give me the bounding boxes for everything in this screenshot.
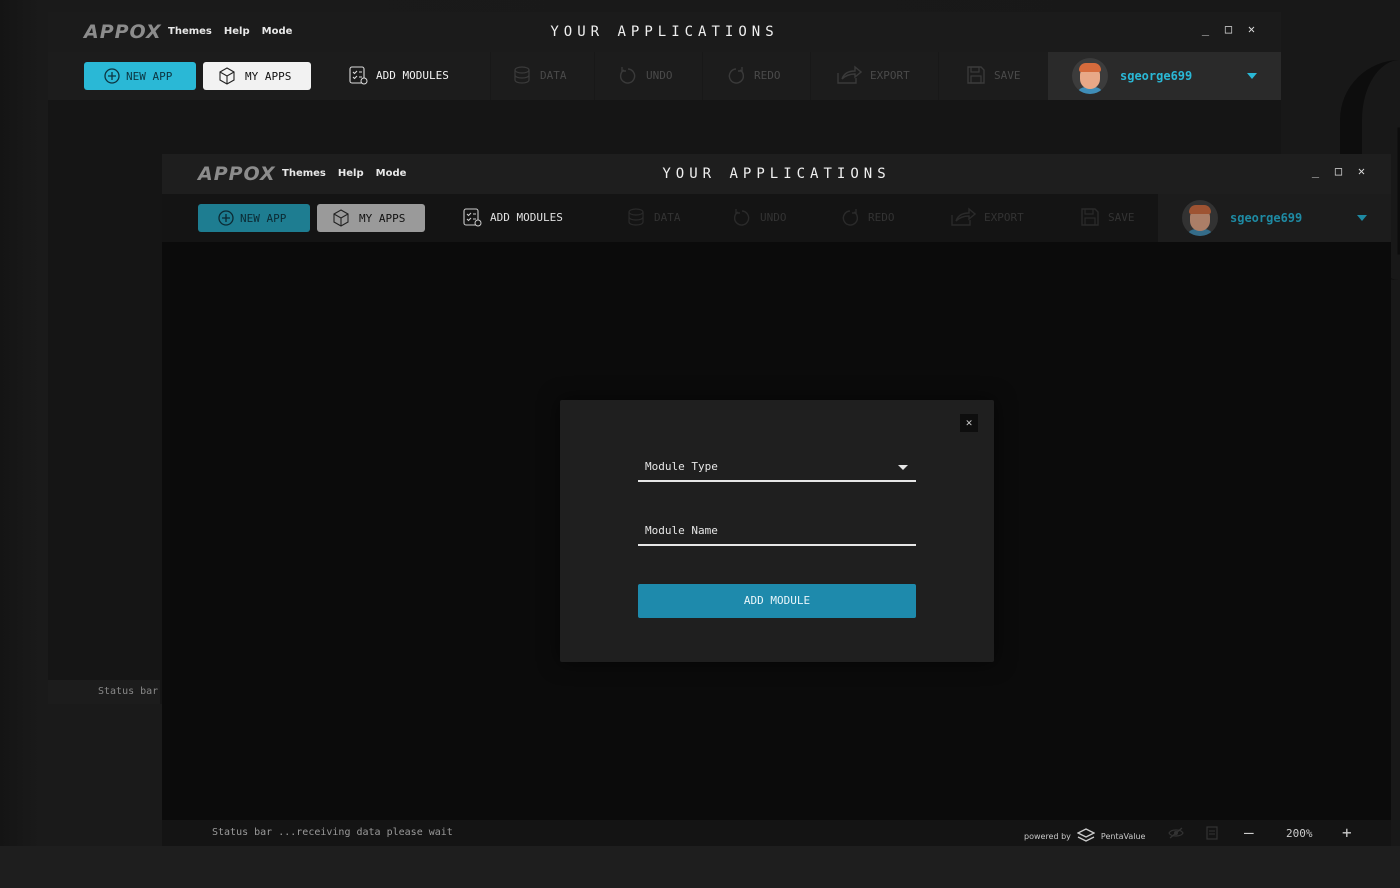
status-icons	[1168, 826, 1218, 840]
desktop-bottom-band	[0, 846, 1400, 888]
new-app-label: NEW APP	[240, 211, 287, 225]
save-icon	[1081, 208, 1099, 226]
zoom-level: 200%	[1286, 827, 1313, 840]
username: sgeorge699	[1120, 69, 1193, 83]
redo-icon	[842, 209, 859, 226]
user-menu[interactable]: sgeorge699	[1158, 194, 1391, 242]
minimize-button[interactable]: _	[1200, 22, 1211, 36]
close-button[interactable]: ✕	[1356, 164, 1367, 178]
save-icon	[967, 66, 985, 84]
add-modules-button[interactable]: ADD MODULES	[462, 207, 563, 227]
redo-label: REDO	[868, 210, 895, 224]
my-apps-label: MY APPS	[359, 211, 406, 225]
maximize-button[interactable]: □	[1333, 164, 1344, 178]
my-apps-button[interactable]: MY APPS	[203, 62, 311, 90]
export-button[interactable]: EXPORT	[950, 207, 1024, 227]
pentavalue-logo-icon	[1076, 828, 1095, 842]
checklist-icon	[463, 208, 482, 227]
export-icon	[837, 65, 862, 84]
brand-name: PentaValue	[1100, 831, 1146, 841]
zoom-in-button[interactable]: +	[1342, 823, 1352, 842]
my-apps-button[interactable]: MY APPS	[317, 204, 425, 232]
undo-label: UNDO	[760, 210, 787, 224]
new-app-button[interactable]: NEW APP	[198, 204, 310, 232]
title-bar: APPOX Themes Help Mode YOUR APPLICATIONS…	[48, 12, 1281, 52]
save-label: SAVE	[994, 68, 1021, 82]
database-icon	[514, 66, 530, 84]
toolbar-divider	[810, 52, 811, 100]
new-app-button[interactable]: NEW APP	[84, 62, 196, 90]
status-text: Status bar ...receiving data please wait	[212, 827, 453, 838]
avatar	[1182, 200, 1218, 236]
status-bar-label: Status bar	[48, 680, 160, 704]
window-title: YOUR APPLICATIONS	[662, 166, 891, 182]
toolbar: NEW APP MY APPS ADD MODULES DATA UNDO RE…	[162, 194, 1391, 242]
add-modules-label: ADD MODULES	[490, 210, 563, 224]
new-app-label: NEW APP	[126, 69, 173, 83]
save-label: SAVE	[1108, 210, 1135, 224]
toolbar-divider	[702, 52, 703, 100]
powered-by-label: powered by	[1024, 831, 1071, 841]
module-type-label: Module Type	[645, 460, 718, 473]
module-name-input[interactable]: Module Name	[638, 520, 916, 546]
close-button[interactable]: ✕	[1246, 22, 1257, 36]
export-button[interactable]: EXPORT	[836, 65, 910, 85]
data-label: DATA	[654, 210, 681, 224]
database-icon	[628, 208, 644, 226]
eye-off-icon[interactable]	[1168, 827, 1184, 839]
minimize-button[interactable]: _	[1310, 164, 1321, 178]
toolbar-divider	[594, 52, 595, 100]
undo-button[interactable]: UNDO	[732, 207, 787, 227]
plus-circle-icon	[104, 68, 120, 84]
user-menu[interactable]: sgeorge699	[1048, 52, 1281, 100]
powered-by: powered by PentaValue	[1024, 828, 1145, 844]
data-button[interactable]: DATA	[626, 207, 681, 227]
redo-label: REDO	[754, 68, 781, 82]
avatar	[1072, 58, 1108, 94]
chevron-down-icon	[898, 465, 908, 470]
window-controls: _ □ ✕	[1200, 22, 1257, 36]
cube-icon	[333, 209, 349, 227]
module-type-select[interactable]: Module Type	[638, 456, 916, 482]
data-button[interactable]: DATA	[512, 65, 567, 85]
add-modules-button[interactable]: ADD MODULES	[348, 65, 449, 85]
add-module-button[interactable]: ADD MODULE	[638, 584, 916, 618]
my-apps-label: MY APPS	[245, 69, 292, 83]
export-label: EXPORT	[984, 210, 1024, 224]
save-button[interactable]: SAVE	[966, 65, 1021, 85]
module-name-label: Module Name	[645, 524, 718, 537]
undo-button[interactable]: UNDO	[618, 65, 673, 85]
window-controls: _ □ ✕	[1310, 164, 1367, 178]
save-button[interactable]: SAVE	[1080, 207, 1135, 227]
undo-label: UNDO	[646, 68, 673, 82]
window-title: YOUR APPLICATIONS	[550, 24, 779, 40]
checklist-icon	[349, 66, 368, 85]
chevron-down-icon	[1357, 215, 1367, 221]
data-label: DATA	[540, 68, 567, 82]
undo-icon	[619, 67, 636, 84]
export-icon	[951, 207, 976, 226]
redo-button[interactable]: REDO	[726, 65, 781, 85]
cube-icon	[219, 67, 235, 85]
add-module-dialog: ✕ Module Type Module Name ADD MODULE	[560, 400, 994, 662]
undo-icon	[733, 209, 750, 226]
export-label: EXPORT	[870, 68, 910, 82]
zoom-out-button[interactable]: —	[1244, 823, 1254, 842]
toolbar-divider	[490, 52, 491, 100]
add-modules-label: ADD MODULES	[376, 68, 449, 82]
toolbar: NEW APP MY APPS ADD MODULES DATA UNDO RE…	[48, 52, 1281, 100]
document-icon[interactable]	[1206, 826, 1218, 840]
title-bar: APPOX Themes Help Mode YOUR APPLICATIONS…	[162, 154, 1391, 194]
maximize-button[interactable]: □	[1223, 22, 1234, 36]
redo-icon	[728, 67, 745, 84]
redo-button[interactable]: REDO	[840, 207, 895, 227]
chevron-down-icon	[1247, 73, 1257, 79]
username: sgeorge699	[1230, 211, 1303, 225]
plus-circle-icon	[218, 210, 234, 226]
close-icon[interactable]: ✕	[960, 414, 978, 432]
toolbar-divider	[938, 52, 939, 100]
status-bar: Status bar ...receiving data please wait…	[162, 820, 1391, 846]
